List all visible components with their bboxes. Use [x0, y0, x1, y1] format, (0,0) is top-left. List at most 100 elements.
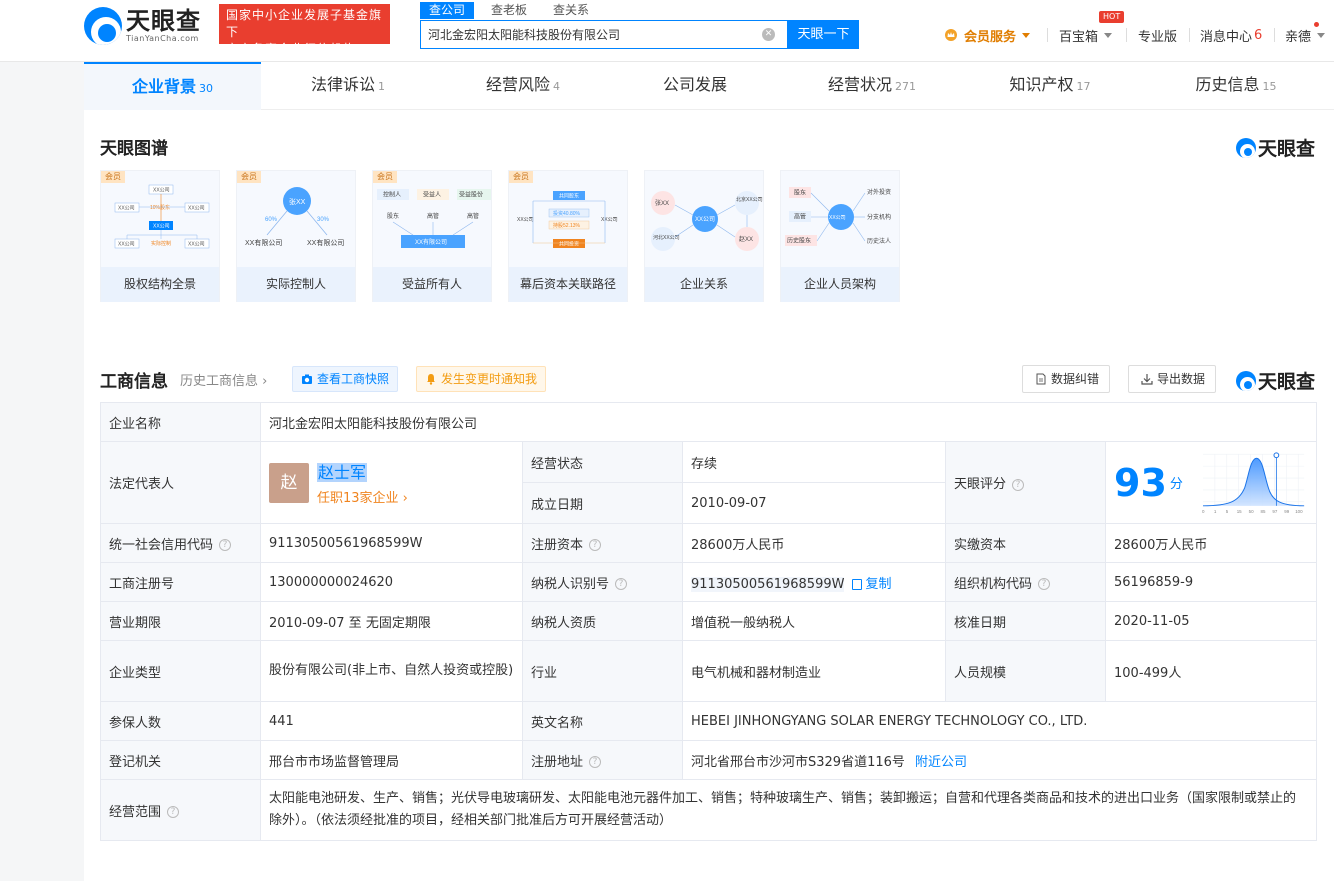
promo-badge: 国家中小企业发展子基金旗下 官方备案企业征信机构 [219, 4, 390, 56]
graph-card-label: 受益所有人 [373, 267, 491, 302]
graph-card-personnel[interactable]: 股东 高管 历史股东 XX公司 对外投资 分支机构 历史法人 企业人员架构 [780, 170, 900, 302]
logo-domain: TianYanCha.com [126, 34, 199, 43]
site-logo[interactable]: 天眼查 TianYanCha.com [84, 6, 201, 46]
graph-card-relations[interactable]: 张XX 北京XX公司 XX公司 河北XX公司 赵XX 企业关系 [644, 170, 764, 302]
tab-operation[interactable]: 经营状况 271 [782, 62, 962, 110]
table-row: 统一社会信用代码? 91130500561968599W 注册资本? 28600… [100, 523, 1318, 563]
industry-value: 电气机械和器材制造业 [682, 640, 946, 702]
user-menu[interactable]: 亲德 [1285, 26, 1326, 45]
equity-diagram: XX公司 XX公司 XX公司 10%股东 XX公司 实际控制 XX公司 XX公司 [101, 171, 219, 267]
business-info-table: 企业名称 河北金宏阳太阳能科技股份有限公司 法定代表人 赵 赵士军 任职13家企… [100, 402, 1318, 841]
company-type-label: 企业类型 [100, 640, 261, 702]
copy-icon[interactable] [852, 578, 863, 590]
table-row: 经营范围? 太阳能电池研发、生产、销售；光伏导电玻璃研发、太阳能电池元器件加工、… [100, 779, 1318, 841]
tab-history[interactable]: 历史信息 15 [1138, 62, 1334, 110]
svg-text:60%: 60% [265, 217, 278, 223]
chevron-down-icon [1104, 32, 1113, 38]
taxpayer-qual-value: 增值税一般纳税人 [682, 601, 946, 641]
reg-authority-label: 登记机关 [100, 740, 261, 780]
search-tab-boss[interactable]: 查老板 [482, 2, 536, 19]
beneficiary-diagram: 控制人 受益人 受益股份 股东 高管 高管 XX有限公司 [373, 171, 491, 267]
search-button[interactable]: 天眼一下 [788, 20, 859, 49]
notification-dot [1314, 22, 1319, 27]
reg-capital-label: 注册资本? [522, 523, 683, 563]
chevron-right-icon: › [398, 491, 408, 506]
svg-text:XX公司: XX公司 [829, 215, 846, 221]
table-row: 参保人数 441 英文名称 HEBEI JINHONGYANG SOLAR EN… [100, 701, 1318, 741]
tab-risk[interactable]: 经营风险 4 [435, 62, 611, 110]
clear-icon[interactable]: ✕ [762, 28, 775, 41]
help-icon[interactable]: ? [589, 756, 602, 768]
data-correction-button[interactable]: 数据纠错 [1022, 365, 1111, 393]
graph-card-label: 股权结构全景 [101, 267, 219, 302]
chevron-down-icon [1317, 32, 1326, 38]
business-scope-label: 经营范围? [100, 779, 261, 841]
pro-version-link[interactable]: 专业版 [1138, 26, 1177, 45]
company-type-value: 股份有限公司(非上市、自然人投资或控股) [260, 640, 523, 702]
controller-diagram: 张XX 60% 30% XX有限公司 XX有限公司 [237, 171, 355, 267]
svg-text:持股52.13%: 持股52.13% [553, 222, 581, 229]
help-icon[interactable]: ? [1012, 478, 1025, 491]
view-snapshot-button[interactable]: 查看工商快照 [292, 366, 399, 392]
export-data-button[interactable]: 导出数据 [1128, 365, 1217, 393]
tax-id-value: 91130500561968599W [691, 576, 845, 592]
legal-rep-positions-link[interactable]: 任职13家企业 › [317, 487, 408, 506]
svg-text:XX公司: XX公司 [695, 216, 715, 223]
hot-badge: HOT [1099, 11, 1125, 23]
download-icon [1141, 374, 1153, 385]
svg-text:张XX: 张XX [655, 199, 669, 207]
svg-text:高管: 高管 [427, 212, 439, 220]
vip-tag: 会员 [101, 171, 125, 183]
svg-text:股东: 股东 [794, 189, 806, 197]
graph-card-capital-path[interactable]: 会员 共同股东 XX公司 XX公司 投资40.80% 持股52.13% 共同投资 [508, 170, 628, 302]
help-icon[interactable]: ? [589, 539, 602, 551]
tab-background[interactable]: 企业背景 30 [84, 62, 261, 110]
tab-litigation[interactable]: 法律诉讼 1 [261, 62, 435, 110]
svg-text:XX公司: XX公司 [153, 224, 170, 230]
company-name-value: 河北金宏阳太阳能科技股份有限公司 [259, 402, 1318, 442]
capital-path-diagram: 共同股东 XX公司 XX公司 投资40.80% 持股52.13% 共同投资 [509, 171, 627, 267]
nearby-companies-link[interactable]: 附近公司 [915, 755, 967, 770]
document-icon [1036, 373, 1046, 385]
search-tab-company[interactable]: 查公司 [420, 2, 475, 19]
help-icon[interactable]: ? [219, 539, 232, 551]
help-icon[interactable]: ? [615, 578, 628, 590]
message-center-link[interactable]: 消息中心 6 [1200, 26, 1263, 45]
reg-address-label: 注册地址? [522, 740, 683, 780]
svg-text:河北XX公司: 河北XX公司 [653, 234, 680, 241]
tab-development[interactable]: 公司发展 [611, 62, 782, 110]
svg-text:共同股东: 共同股东 [559, 193, 579, 200]
vip-service-menu[interactable]: 会员服务 [944, 26, 1031, 45]
reg-address-value: 河北省邢台市沙河市S329省道116号 [691, 754, 905, 770]
svg-text:97: 97 [1272, 508, 1277, 513]
reg-capital-value: 28600万人民币 [682, 523, 946, 563]
message-count-badge: 6 [1254, 27, 1263, 43]
help-icon[interactable]: ? [167, 806, 180, 818]
notify-change-button[interactable]: 发生变更时通知我 [416, 366, 547, 392]
graph-card-controller[interactable]: 会员 张XX 60% 30% XX有限公司 XX有限公司 实际控制人 [236, 170, 356, 302]
copy-button[interactable]: 复制 [865, 577, 891, 592]
baibaoxiang-menu[interactable]: 百宝箱 [1059, 26, 1113, 45]
score-label: 天眼评分? [945, 441, 1106, 524]
legal-rep-name-link[interactable]: 赵士军 [317, 463, 368, 482]
table-row: 登记机关 邢台市市场监督管理局 注册地址? 河北省邢台市沙河市S329省道116… [100, 740, 1318, 780]
history-biz-link[interactable]: 历史工商信息 › [180, 370, 267, 389]
avatar: 赵 [269, 462, 309, 503]
search-tabs: 查公司 查老板 查关系 [420, 2, 606, 19]
svg-text:85: 85 [1260, 508, 1265, 513]
svg-text:对外投资: 对外投资 [867, 188, 891, 196]
svg-text:XX公司: XX公司 [188, 242, 205, 248]
logo-icon [84, 7, 122, 45]
search-tab-relation[interactable]: 查关系 [544, 2, 598, 19]
chevron-down-icon [1022, 32, 1031, 38]
svg-text:XX有限公司: XX有限公司 [307, 238, 344, 247]
company-detail-panel: 企业背景 30 法律诉讼 1 经营风险 4 公司发展 经营状况 271 知识产权 17 历… [84, 62, 1334, 881]
tab-ip[interactable]: 知识产权 17 [962, 62, 1138, 110]
approve-date-value: 2020-11-05 [1104, 601, 1318, 641]
search-input[interactable] [421, 21, 751, 48]
svg-text:15: 15 [1237, 508, 1242, 513]
svg-text:分支机构: 分支机构 [867, 213, 891, 221]
help-icon[interactable]: ? [1038, 578, 1051, 590]
graph-card-beneficiary[interactable]: 会员 控制人 受益人 受益股份 股东 高管 高管 XX有限公司 受益所有人 [372, 170, 492, 302]
graph-card-equity[interactable]: 会员 XX公司 XX公司 XX公司 10%股东 XX公司 实际控制 XX公司 X… [100, 170, 220, 302]
